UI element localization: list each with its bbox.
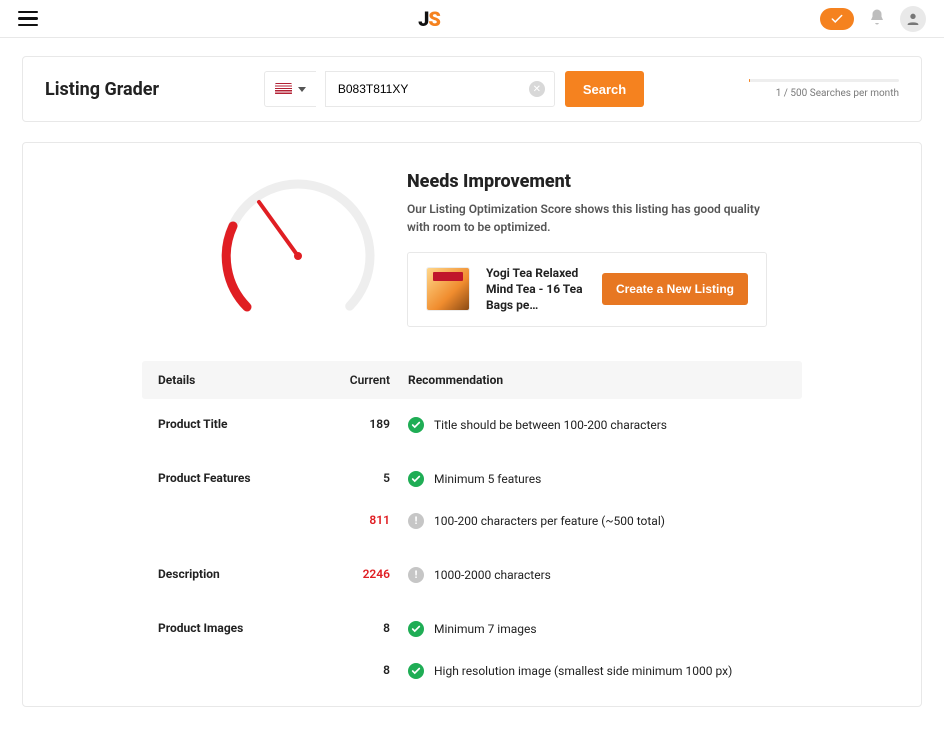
- quota-text: 1 / 500 Searches per month: [776, 88, 899, 99]
- menu-icon[interactable]: [18, 11, 38, 27]
- recommendation-text: Title should be between 100-200 characte…: [434, 418, 667, 432]
- check-icon: [408, 621, 424, 637]
- logo[interactable]: JS: [418, 7, 440, 31]
- table-header-row: Details Current Recommendation: [142, 361, 802, 399]
- page-title: Listing Grader: [45, 79, 159, 100]
- logo-j: J: [418, 7, 428, 31]
- current-value: 8: [348, 621, 408, 635]
- detail-label: Product Title: [158, 417, 348, 431]
- asin-search-input[interactable]: [325, 71, 555, 107]
- detail-label: Product Features: [158, 471, 348, 485]
- flag-us-icon: [275, 83, 292, 95]
- info-icon: !: [408, 567, 424, 583]
- score-headline: Needs Improvement: [407, 171, 891, 192]
- info-icon: !: [408, 513, 424, 529]
- score-gauge: [213, 171, 383, 331]
- current-value: 811: [348, 513, 408, 527]
- recommendation-cell: Minimum 7 images: [408, 621, 786, 637]
- check-icon: [408, 417, 424, 433]
- table-row: Product Title189 Title should be between …: [142, 399, 802, 451]
- product-title: Yogi Tea Relaxed Mind Tea - 16 Tea Bags …: [486, 265, 586, 314]
- marketplace-dropdown[interactable]: [264, 71, 316, 107]
- search-quota: 1 / 500 Searches per month: [749, 79, 899, 99]
- bell-icon[interactable]: [868, 8, 886, 30]
- recommendation-text: High resolution image (smallest side min…: [434, 664, 732, 678]
- app-bar: JS: [0, 0, 944, 38]
- recommendation-text: 1000-2000 characters: [434, 568, 551, 582]
- chevron-down-icon: [298, 87, 306, 92]
- recommendation-cell: ! 100-200 characters per feature (~500 to…: [408, 513, 786, 529]
- check-icon: [408, 471, 424, 487]
- recommendation-cell: High resolution image (smallest side min…: [408, 663, 786, 679]
- table-row: Product Images8 Minimum 7 images: [142, 602, 802, 650]
- search-bar: ✕ Search: [264, 71, 644, 107]
- avatar-icon[interactable]: [900, 6, 926, 32]
- product-card: Yogi Tea Relaxed Mind Tea - 16 Tea Bags …: [407, 252, 767, 327]
- recommendation-cell: ! 1000-2000 characters: [408, 567, 786, 583]
- col-header-current: Current: [348, 373, 408, 387]
- current-value: 189: [348, 417, 408, 431]
- plan-badge-icon[interactable]: [820, 8, 854, 30]
- recommendation-cell: Minimum 5 features: [408, 471, 786, 487]
- table-row: Product Features5 Minimum 5 features: [142, 452, 802, 500]
- main-card: Needs Improvement Our Listing Optimizati…: [22, 142, 922, 707]
- table-row: 8 High resolution image (smallest side mi…: [142, 650, 802, 697]
- check-icon: [408, 663, 424, 679]
- score-subtext: Our Listing Optimization Score shows thi…: [407, 200, 767, 236]
- current-value: 2246: [348, 567, 408, 581]
- create-listing-button[interactable]: Create a New Listing: [602, 273, 748, 305]
- search-button[interactable]: Search: [565, 71, 644, 107]
- page-header-card: Listing Grader ✕ Search 1 / 500 Searches…: [22, 56, 922, 122]
- product-thumbnail: [426, 267, 470, 311]
- current-value: 5: [348, 471, 408, 485]
- detail-label: Description: [158, 567, 348, 581]
- quota-progress-bar: [749, 79, 899, 82]
- clear-input-icon[interactable]: ✕: [529, 81, 545, 97]
- recommendation-text: Minimum 5 features: [434, 472, 541, 486]
- col-header-details: Details: [158, 373, 348, 387]
- table-row: 811! 100-200 characters per feature (~500…: [142, 500, 802, 547]
- recommendation-text: Minimum 7 images: [434, 622, 537, 636]
- current-value: 8: [348, 663, 408, 677]
- recommendation-text: 100-200 characters per feature (~500 tot…: [434, 514, 665, 528]
- logo-s: S: [428, 7, 440, 31]
- recommendation-cell: Title should be between 100-200 characte…: [408, 417, 786, 433]
- detail-label: Product Images: [158, 621, 348, 635]
- table-row: Description2246! 1000-2000 characters: [142, 548, 802, 601]
- col-header-recommendation: Recommendation: [408, 373, 786, 387]
- details-table: Details Current Recommendation Product T…: [142, 361, 802, 698]
